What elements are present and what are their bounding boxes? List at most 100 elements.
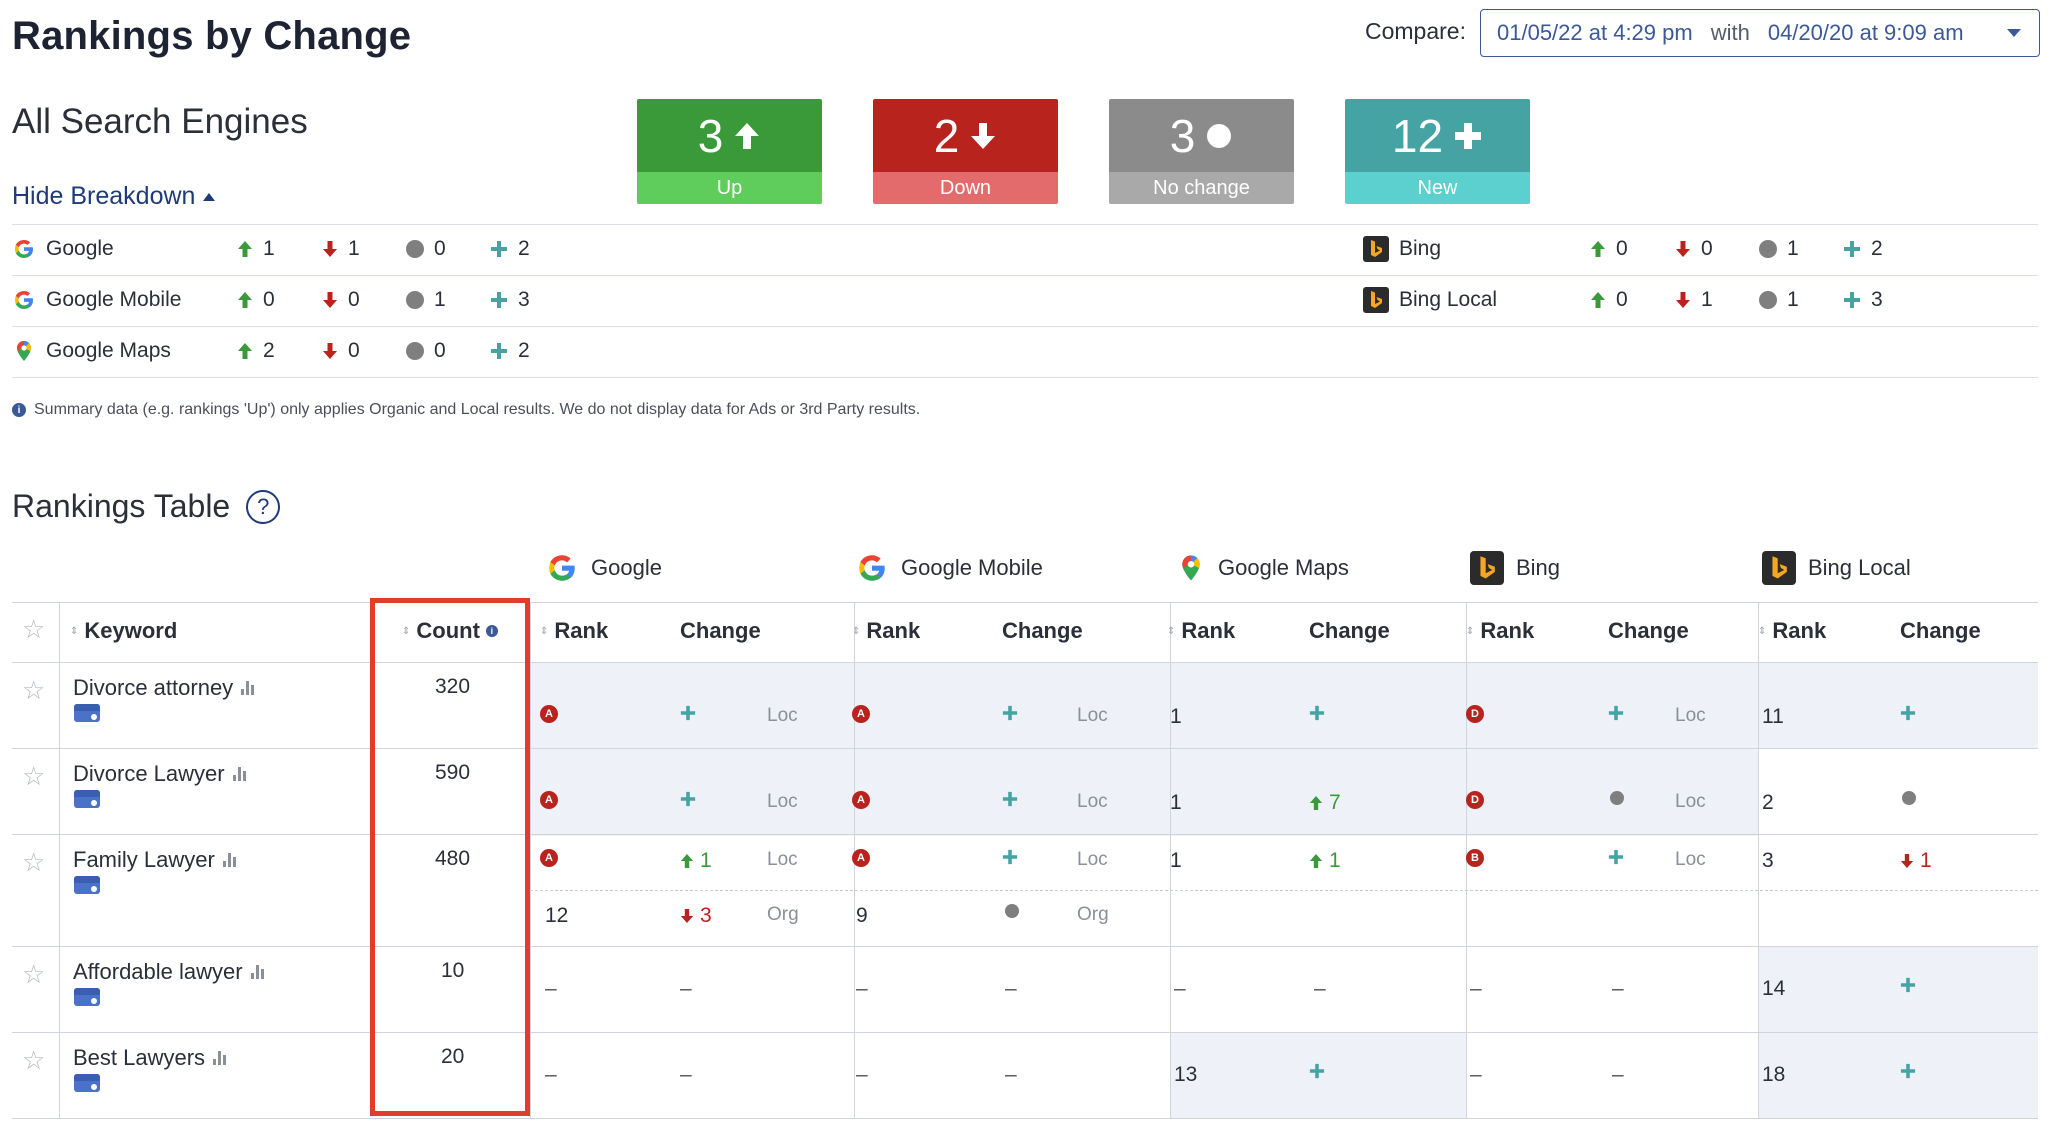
info-icon: i: [12, 403, 26, 417]
summary-tile-down[interactable]: 2 Down: [873, 99, 1058, 204]
google-mobile-rank-header[interactable]: ⇕ Rank: [852, 618, 920, 644]
summary-new-label: New: [1345, 172, 1530, 204]
google-result-type: Loc: [767, 705, 798, 726]
local-pack-badge: A: [540, 705, 558, 723]
google-rank-cell: A: [540, 791, 558, 809]
row-divider: [12, 946, 2038, 947]
business-profile-icon: [74, 790, 100, 808]
breakdown-engine-name: Google: [46, 237, 114, 260]
chart-bars-icon[interactable]: [250, 965, 264, 979]
google-mobile-organic-rank-cell: 9: [856, 904, 868, 927]
breakdown-google-maps-same: 0: [406, 326, 446, 376]
keyword-cell[interactable]: Divorce Lawyer: [73, 761, 246, 787]
summary-note: i Summary data (e.g. rankings 'Up') only…: [12, 401, 920, 419]
plus-icon: [1309, 1063, 1325, 1079]
breakdown-bing-up: 0: [1590, 224, 1628, 274]
help-icon[interactable]: ?: [246, 489, 281, 524]
google-mobile-change-cell: [1002, 705, 1018, 721]
engine-header-label: Bing: [1516, 555, 1561, 580]
google-maps-change-cell: [1309, 705, 1325, 721]
plus-icon: [1455, 122, 1482, 149]
local-pack-badge: A: [852, 705, 870, 723]
plus-icon: [1002, 705, 1018, 721]
keyword-cell[interactable]: Divorce attorney: [73, 675, 255, 701]
business-profile-icon: [74, 876, 100, 894]
keyword-cell[interactable]: Best Lawyers: [73, 1045, 227, 1071]
bing-local-rank-header[interactable]: ⇕ Rank: [1758, 618, 1826, 644]
google-mobile-rank-cell: A: [852, 791, 870, 809]
google-rank-header[interactable]: ⇕ Rank: [540, 618, 608, 644]
google-change-cell: [680, 705, 696, 721]
breakdown-value: 0: [434, 237, 446, 260]
plus-icon: [1608, 849, 1624, 865]
row-divider: [12, 662, 2038, 663]
plus-icon: [1900, 1063, 1916, 1079]
keyword-column-header[interactable]: ⇕ Keyword: [70, 618, 177, 644]
star-icon[interactable]: ☆: [22, 675, 45, 706]
chart-bars-icon[interactable]: [213, 1051, 227, 1065]
breakdown-value: 2: [518, 237, 530, 260]
google-mobile-rank-cell: A: [852, 705, 870, 723]
bing-local-change-header: Change: [1900, 618, 1981, 644]
chart-bars-icon[interactable]: [222, 853, 236, 867]
google-maps-rank-header[interactable]: ⇕ Rank: [1167, 618, 1235, 644]
rank-header-label: Rank: [866, 618, 921, 643]
bing-local-rank-cell: 3: [1762, 849, 1774, 872]
star-icon[interactable]: ☆: [22, 847, 45, 878]
bing-change-cell: –: [1612, 977, 1624, 1000]
breakdown-value: 0: [263, 288, 275, 311]
summary-tile-new[interactable]: 12 New: [1345, 99, 1530, 204]
summary-tile-up[interactable]: 3 Up: [637, 99, 822, 204]
google-rank-cell: –: [545, 977, 557, 1000]
bing-local-change-cell: [1900, 705, 1916, 721]
star-icon[interactable]: ☆: [22, 614, 45, 645]
google-result-type: Loc: [767, 791, 798, 812]
keyword-cell[interactable]: Affordable lawyer: [73, 959, 264, 985]
local-pack-badge: D: [1466, 705, 1484, 723]
breakdown-engine-name: Bing: [1399, 237, 1442, 260]
bing-logo-icon: [1363, 287, 1389, 313]
google-result-type: Loc: [767, 849, 798, 870]
google-mobile-change-cell: –: [1005, 977, 1017, 1000]
arrow-down-icon: [323, 241, 337, 257]
google-maps-change-cell: [1309, 1063, 1325, 1079]
compare-date-select[interactable]: 01/05/22 at 4:29 pm with 04/20/20 at 9:0…: [1480, 9, 2040, 57]
keyword-cell[interactable]: Family Lawyer: [73, 847, 236, 873]
google-maps-rank-cell: 13: [1174, 1063, 1198, 1086]
breakdown-value: 0: [434, 339, 446, 362]
bing-rank-cell: B: [1466, 849, 1484, 867]
google-maps-rank-cell: 1: [1170, 791, 1182, 814]
star-icon[interactable]: ☆: [22, 1045, 45, 1076]
google-logo-icon: [859, 555, 885, 581]
circle-icon: [406, 240, 424, 258]
plus-icon: [1844, 241, 1860, 257]
summary-tile-no-change[interactable]: 3 No change: [1109, 99, 1294, 204]
google-change-header: Change: [680, 618, 761, 644]
bing-change-cell: [1608, 705, 1624, 721]
engine-header-google: Google: [545, 548, 662, 588]
count-column-highlight: [370, 598, 530, 1116]
star-icon[interactable]: ☆: [22, 959, 45, 990]
plus-icon: [1900, 977, 1916, 993]
caret-up-icon: [203, 192, 216, 201]
sort-icon: ⇕: [540, 625, 549, 637]
bing-result-type: Loc: [1675, 705, 1706, 726]
chart-bars-icon[interactable]: [241, 681, 255, 695]
cell-shade: [1466, 662, 1758, 836]
breakdown-value: 3: [518, 288, 530, 311]
divider: [12, 377, 2038, 378]
hide-breakdown-link[interactable]: Hide Breakdown: [12, 182, 216, 211]
business-profile-icon: [74, 1074, 100, 1092]
keyword-label: Affordable lawyer: [73, 959, 243, 984]
star-icon[interactable]: ☆: [22, 761, 45, 792]
breakdown-bing-local-new: 3: [1843, 275, 1883, 325]
breakdown-engine-name: Google Mobile: [46, 288, 182, 311]
circle-icon: [1610, 791, 1624, 805]
bing-rank-header[interactable]: ⇕ Rank: [1466, 618, 1534, 644]
keyword-label: Divorce attorney: [73, 675, 234, 700]
chart-bars-icon[interactable]: [232, 767, 246, 781]
google-change-cell: [680, 791, 696, 807]
col-divider: [59, 602, 60, 1118]
breakdown-google-up: 1: [237, 224, 275, 274]
google-maps-rank-cell: –: [1174, 977, 1186, 1000]
